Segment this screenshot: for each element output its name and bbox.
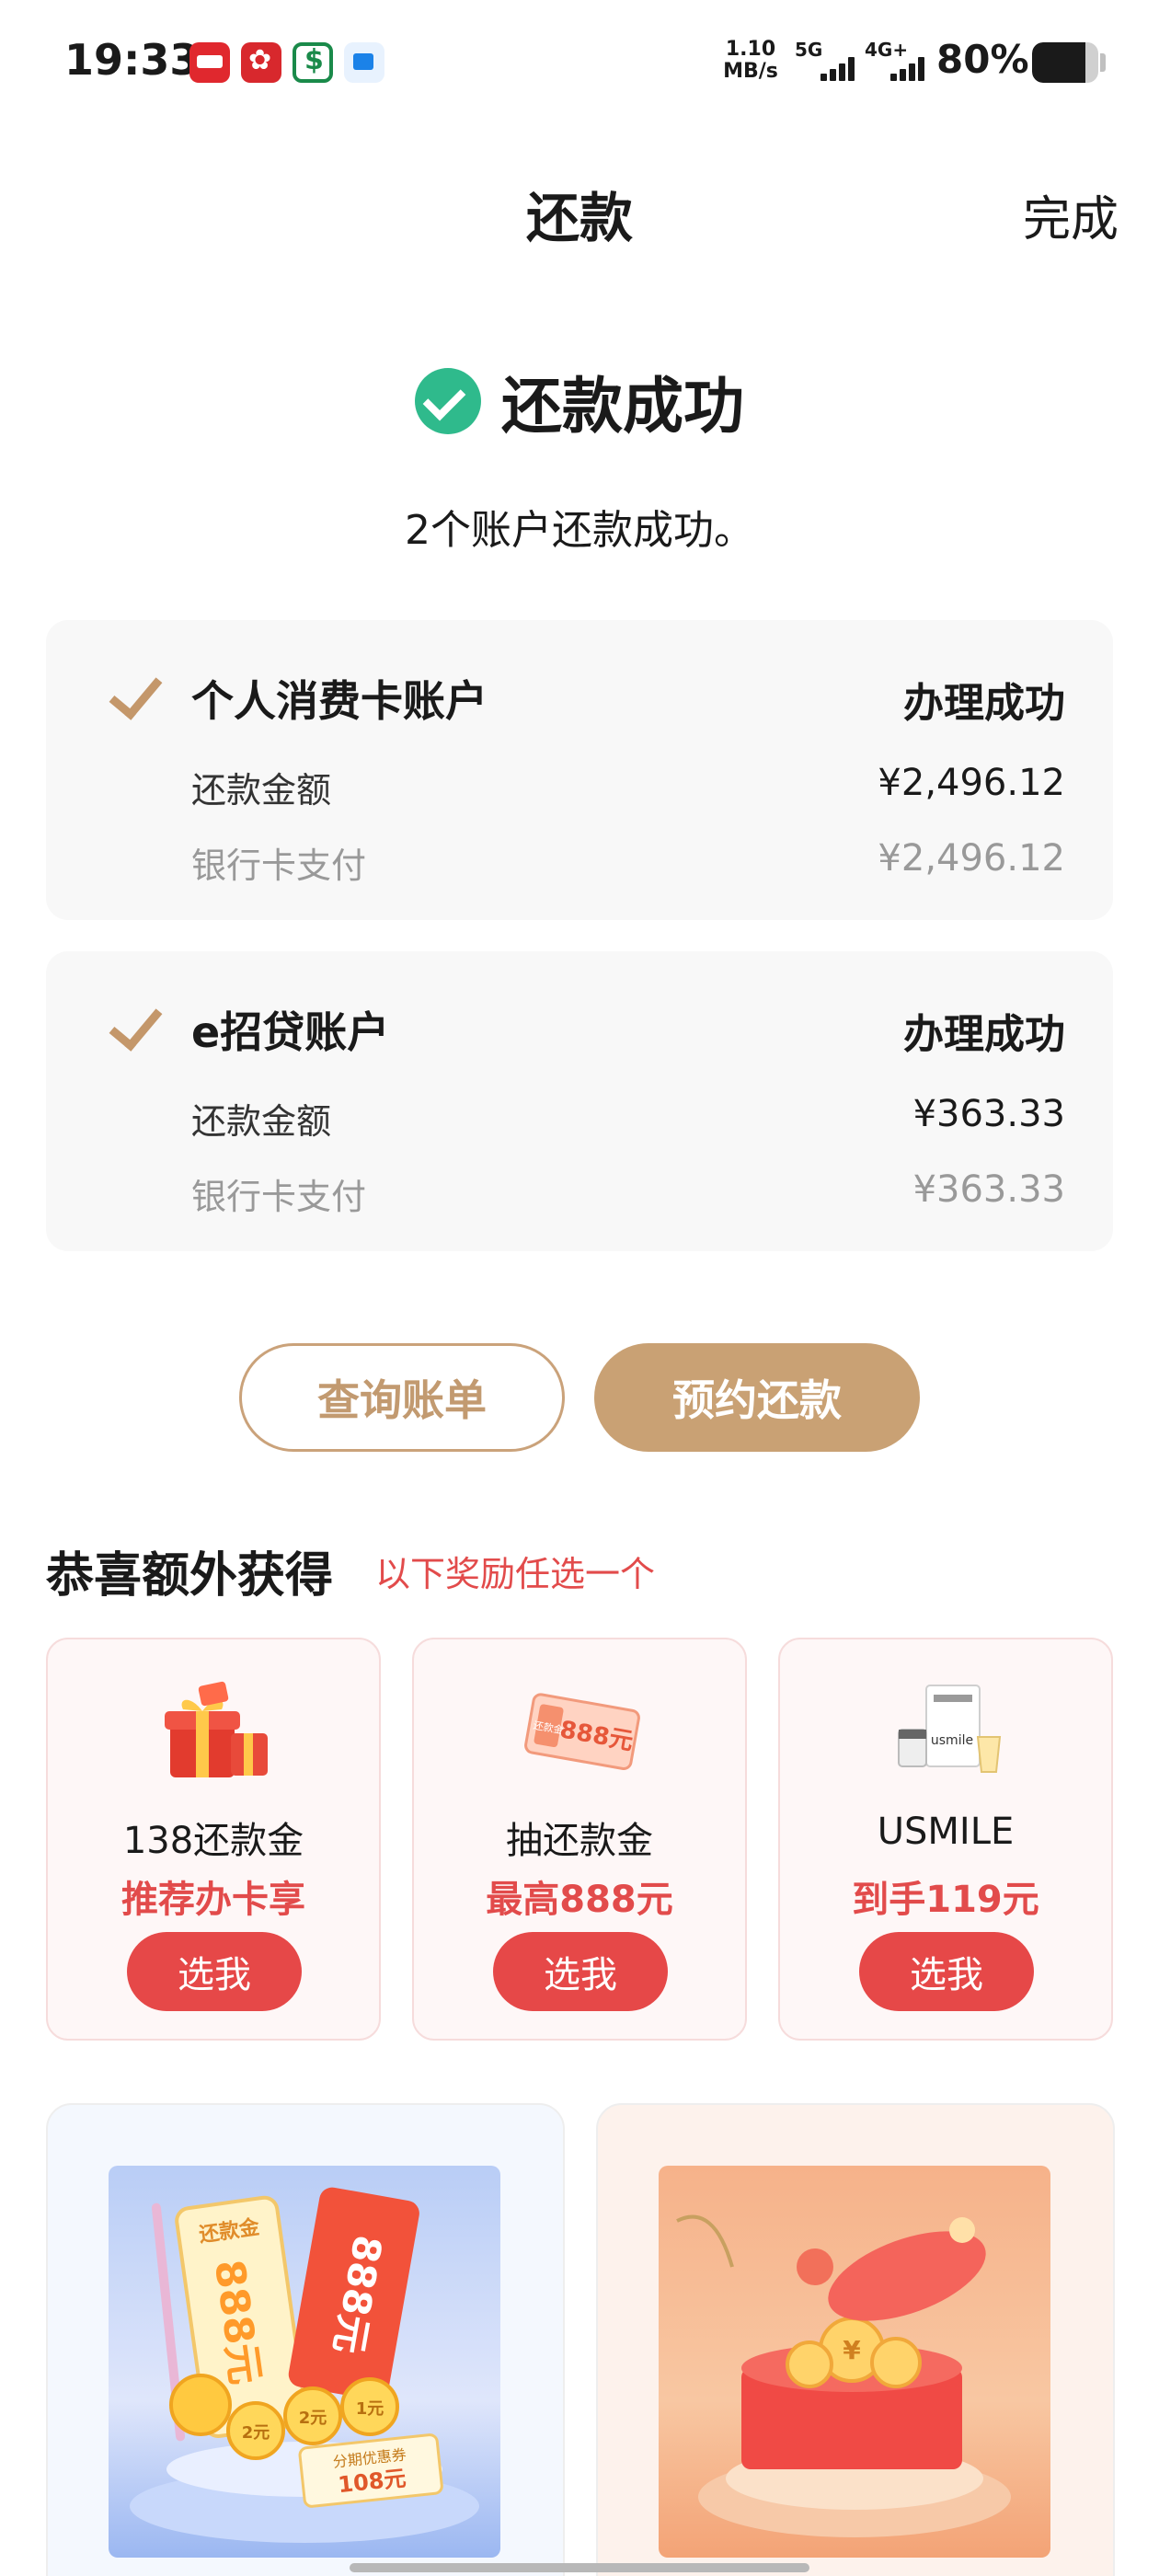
battery-tip: [1100, 53, 1106, 72]
done-button[interactable]: 完成: [1023, 180, 1119, 249]
query-bill-button[interactable]: 查询账单: [239, 1343, 565, 1452]
promo-coin: 1元: [356, 2399, 384, 2419]
message-app-icon: [344, 42, 384, 83]
success-title: 还款成功: [501, 371, 744, 442]
account-name: e招贷账户: [191, 1007, 390, 1057]
checkmark-icon: [105, 1014, 156, 1041]
reward-card-repay-gold[interactable]: 138还款金 推荐办卡享 选我: [46, 1638, 381, 2041]
promo-card-red-envelope[interactable]: ¥: [596, 2103, 1115, 2576]
battery-icon: [1032, 42, 1098, 83]
network-speed-value: 1.10: [725, 38, 776, 61]
schedule-repayment-button[interactable]: 预约还款: [594, 1343, 920, 1452]
success-subtitle: 2个账户还款成功。: [405, 507, 754, 554]
network-speed-unit: MB/s: [723, 60, 778, 83]
yunshanfu-icon: [189, 42, 230, 83]
status-time: 19:33: [64, 35, 200, 85]
repay-amount-label: 还款金额: [191, 1101, 332, 1142]
check-circle-icon: [415, 368, 481, 434]
checkmark-icon: [105, 683, 156, 710]
reward-desc: 到手119元: [852, 1879, 1039, 1921]
product-brand: usmile: [931, 1733, 973, 1748]
payment-method-label: 银行卡支付: [191, 845, 367, 886]
reward-card-usmile[interactable]: usmile USMILE 到手119元 选我: [778, 1638, 1113, 2041]
signal-strength-icon: [813, 57, 859, 81]
reward-desc: 最高888元: [486, 1879, 673, 1921]
battery-percent: 80%: [936, 37, 1029, 82]
page-title: 还款: [525, 187, 633, 249]
network-speed: 1.10 MB/s: [723, 39, 778, 83]
reward-name: 138还款金: [122, 1820, 304, 1862]
select-reward-button[interactable]: 选我: [493, 1932, 668, 2011]
status-bar: 19:33 1.10 MB/s 5G 4G+ 80%: [0, 0, 1159, 125]
svg-text:¥: ¥: [843, 2335, 861, 2365]
postal-bank-icon: [293, 42, 333, 83]
payment-method-value: ¥2,496.12: [878, 837, 1065, 880]
rewards-title: 恭喜额外获得: [46, 1548, 334, 1604]
promo-image: 还款金 888元 888元 2元 2元 1元 分期优惠券 108元: [109, 2166, 500, 2558]
promo-illustration: 还款金 888元 888元 2元 2元 1元 分期优惠券 108元: [130, 2187, 479, 2543]
reward-card-lottery[interactable]: 还款金 888元 抽还款金 最高888元 选我: [412, 1638, 747, 2041]
repay-amount-value: ¥2,496.12: [878, 762, 1065, 804]
success-header: 还款成功: [0, 357, 1159, 445]
account-card: 个人消费卡账户 办理成功 还款金额 ¥2,496.12 银行卡支付 ¥2,496…: [46, 620, 1113, 920]
promo-card-repay-gold[interactable]: 还款金 888元 888元 2元 2元 1元 分期优惠券 108元: [46, 2103, 565, 2576]
rewards-subtitle: 以下奖励任选一个: [375, 1554, 656, 1594]
account-name: 个人消费卡账户: [191, 676, 488, 726]
account-status: 办理成功: [903, 680, 1065, 727]
repay-amount-value: ¥363.33: [912, 1093, 1065, 1135]
gift-box-icon: [165, 1681, 268, 1777]
toothpaste-product-icon: usmile: [898, 1685, 1002, 1773]
promo-coin: 2元: [242, 2423, 270, 2443]
payment-method-value: ¥363.33: [912, 1168, 1065, 1211]
repay-amount-label: 还款金额: [191, 770, 332, 811]
promo-coin: 2元: [299, 2409, 327, 2428]
reward-name: 抽还款金: [506, 1820, 653, 1862]
account-card: e招贷账户 办理成功 还款金额 ¥363.33 银行卡支付 ¥363.33: [46, 951, 1113, 1251]
home-indicator[interactable]: [350, 2563, 809, 2572]
reward-name: USMILE: [877, 1811, 1015, 1853]
select-reward-button[interactable]: 选我: [859, 1932, 1034, 2011]
account-status: 办理成功: [903, 1011, 1065, 1058]
payment-method-label: 银行卡支付: [191, 1177, 367, 1217]
reward-desc: 推荐办卡享: [121, 1879, 305, 1921]
promo-image: ¥: [659, 2166, 1050, 2558]
signal-strength-icon-2: [883, 57, 929, 81]
ticket-icon: 还款金 888元: [524, 1693, 640, 1770]
select-reward-button[interactable]: 选我: [127, 1932, 302, 2011]
promo-illustration: ¥: [676, 2214, 1011, 2537]
flower-app-icon: [241, 42, 281, 83]
